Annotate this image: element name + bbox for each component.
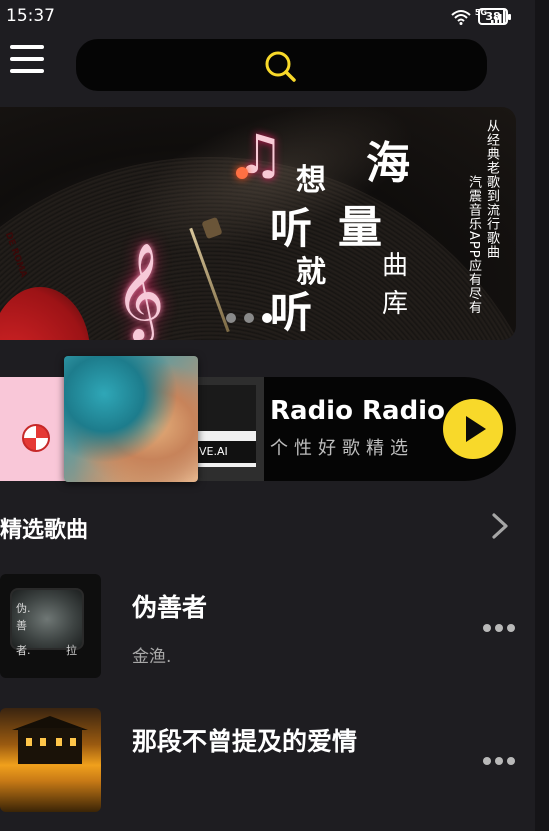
song-title: 那段不曾提及的爱情 bbox=[132, 727, 358, 756]
scroll-edge bbox=[535, 0, 549, 831]
radio-subtitle: 个性好歌精选 bbox=[270, 438, 414, 459]
cover-text-line: 伪. bbox=[16, 602, 31, 615]
song-cover: 伪. 善 者. 拉 bbox=[0, 574, 101, 678]
song-title: 伪善者 bbox=[132, 593, 208, 622]
song-cover bbox=[0, 708, 101, 812]
pagination-dot[interactable] bbox=[226, 313, 236, 323]
chevron-right-icon[interactable] bbox=[488, 512, 512, 540]
song-artist: 金渔. bbox=[132, 647, 172, 667]
pagination-dot[interactable] bbox=[244, 313, 254, 323]
hamburger-menu-icon bbox=[10, 45, 44, 49]
song-item[interactable]: 伪. 善 者. 拉 伪善者 金渔. bbox=[0, 572, 516, 682]
menu-button[interactable] bbox=[10, 45, 46, 79]
banner-pagination bbox=[226, 313, 272, 323]
radio-thumb-painting bbox=[64, 356, 198, 482]
status-time: 15:37 bbox=[6, 6, 55, 26]
section-title: 精选歌曲 bbox=[0, 518, 89, 543]
promo-banner[interactable] bbox=[0, 107, 516, 340]
cover-text-line: 善 bbox=[16, 619, 27, 632]
battery-icon: 38 bbox=[478, 8, 511, 25]
pagination-dot-active[interactable] bbox=[262, 313, 272, 323]
song-item[interactable]: 那段不曾提及的爱情 bbox=[0, 706, 516, 816]
search-icon bbox=[265, 51, 296, 82]
status-bar: 15:37 5G 38 bbox=[0, 0, 549, 32]
more-options-icon[interactable] bbox=[483, 624, 515, 632]
radio-thumb-text: VE.AI bbox=[196, 441, 256, 463]
cover-corner-text: 拉 bbox=[66, 644, 77, 657]
play-button[interactable] bbox=[443, 399, 503, 459]
lollipop-icon bbox=[22, 424, 50, 452]
house-image bbox=[18, 728, 82, 764]
wifi-icon bbox=[451, 10, 471, 25]
search-bar[interactable] bbox=[76, 39, 487, 91]
cover-text-line: 者. bbox=[16, 644, 31, 657]
more-options-icon[interactable] bbox=[483, 757, 515, 765]
radio-title: Radio Radio bbox=[270, 396, 445, 426]
